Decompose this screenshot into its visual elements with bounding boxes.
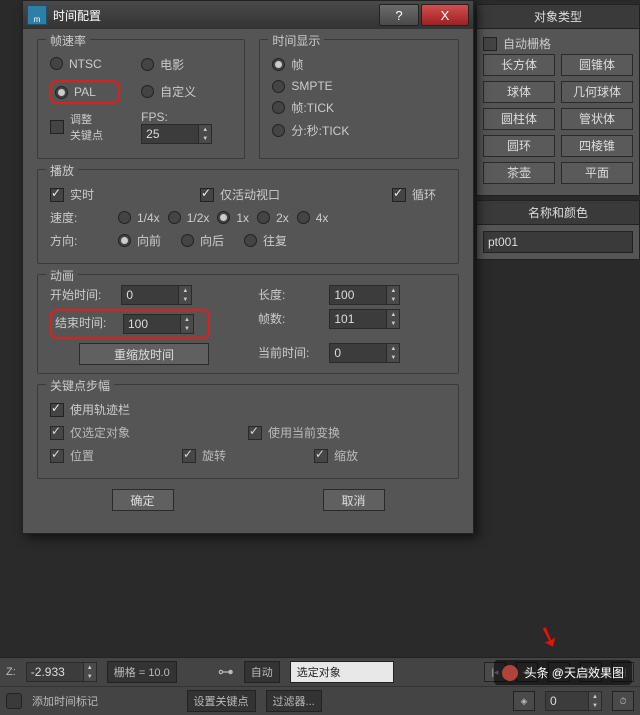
z-label: Z: [6,666,16,678]
count-spinner[interactable]: ▲▼ [329,309,400,329]
close-button[interactable]: X [421,4,469,26]
side-head-name: 名称和颜色 [476,200,640,225]
prim-pyramid[interactable]: 四棱锥 [561,135,633,157]
spd-2[interactable]: 1x [217,211,249,225]
time-display-legend: 时间显示 [268,32,324,49]
td-frames[interactable]: 帧 [272,56,303,73]
ks-curxform[interactable]: 使用当前变换 [248,424,436,441]
len-label: 长度: [258,286,326,303]
key-filters[interactable]: 过滤器... [266,690,322,712]
spd-3[interactable]: 2x [257,211,289,225]
end-spinner[interactable]: ▲▼ [123,314,194,334]
dir-1[interactable]: 向后 [181,232,224,249]
end-label: 结束时间: [55,314,123,334]
help-button[interactable]: ? [379,4,419,26]
rate-film[interactable]: 电影 [141,56,184,73]
autogrid-check[interactable]: 自动栅格 [483,35,551,52]
start-label: 开始时间: [50,286,118,303]
key-target[interactable]: 选定对象 [290,661,394,683]
td-mmss[interactable]: 分:秒:TICK [272,122,349,139]
avatar-icon [502,665,518,681]
set-key[interactable]: 设置关键点 [187,690,256,712]
keystep-legend: 关键点步幅 [46,377,114,394]
key-icon[interactable]: ⊶ [218,662,234,682]
frame-rate-legend: 帧速率 [46,32,90,49]
tag-icon[interactable] [6,693,22,709]
cur-spinner[interactable]: ▲▼ [329,343,400,363]
playback-legend: 播放 [46,162,78,179]
time-config-dialog: m 时间配置 ? X 帧速率 NTSC 电影 PAL 自定义 调整 关键点 FP… [22,0,474,534]
prim-box[interactable]: 长方体 [483,54,555,76]
watermark: 头条 @天启效果图 [494,660,632,685]
start-spinner[interactable]: ▲▼ [121,285,192,305]
annotation-arrow: ➘ [532,617,565,656]
rate-custom[interactable]: 自定义 [141,83,196,100]
ks-selonly[interactable]: 仅选定对象 [50,424,238,441]
speed-label: 速度: [50,209,118,226]
prim-cylinder[interactable]: 圆柱体 [483,108,555,130]
pb-loop[interactable]: 循环 [392,186,436,203]
time-config-button[interactable]: ⏱ [612,691,634,711]
ks-trackbar[interactable]: 使用轨迹栏 [50,401,130,418]
auto-key[interactable]: 自动 [244,661,280,683]
keymode-icon[interactable]: ◈ [513,691,535,711]
ok-button[interactable]: 确定 [112,489,174,511]
prim-plane[interactable]: 平面 [561,162,633,184]
ks-pos[interactable]: 位置 [50,447,172,464]
prim-tube[interactable]: 管状体 [561,108,633,130]
prim-sphere[interactable]: 球体 [483,81,555,103]
rate-ntsc[interactable]: NTSC [50,57,102,71]
cancel-button[interactable]: 取消 [323,489,385,511]
cur-label: 当前时间: [258,344,326,361]
side-head-types: 对象类型 [476,4,640,29]
dialog-title: 时间配置 [53,7,101,24]
ks-scl[interactable]: 缩放 [314,447,436,464]
grid-readout: 栅格 = 10.0 [107,661,177,683]
app-icon: m [27,5,47,25]
fps-spinner[interactable]: ▲▼ [141,124,212,144]
prim-geosphere[interactable]: 几何球体 [561,81,633,103]
pb-activeonly[interactable]: 仅活动视口 [200,186,382,203]
add-time-tag[interactable]: 添加时间标记 [32,693,98,709]
object-name-input[interactable] [484,235,640,249]
rescale-button[interactable]: 重缩放时间 [79,343,209,365]
len-spinner[interactable]: ▲▼ [329,285,400,305]
adjust-keys-check[interactable]: 调整 关键点 [50,111,103,143]
td-smpte[interactable]: SMPTE [272,79,332,93]
prim-teapot[interactable]: 茶壶 [483,162,555,184]
prim-cone[interactable]: 圆锥体 [561,54,633,76]
anim-legend: 动画 [46,267,78,284]
rate-pal[interactable]: PAL [55,85,96,99]
dir-0[interactable]: 向前 [118,232,161,249]
prim-torus[interactable]: 圆环 [483,135,555,157]
spd-1[interactable]: 1/2x [168,211,210,225]
pb-realtime[interactable]: 实时 [50,186,190,203]
dir-label: 方向: [50,232,118,249]
z-spinner[interactable]: ▲▼ [26,662,97,682]
td-frametick[interactable]: 帧:TICK [272,99,334,116]
frame-spinner[interactable]: ▲▼ [545,691,602,711]
dir-2[interactable]: 往复 [244,232,287,249]
ks-rot[interactable]: 旋转 [182,447,304,464]
count-label: 帧数: [258,310,326,327]
spd-4[interactable]: 4x [297,211,329,225]
spd-0[interactable]: 1/4x [118,211,160,225]
fps-label: FPS: [141,110,168,124]
object-name-field[interactable] [483,231,633,253]
